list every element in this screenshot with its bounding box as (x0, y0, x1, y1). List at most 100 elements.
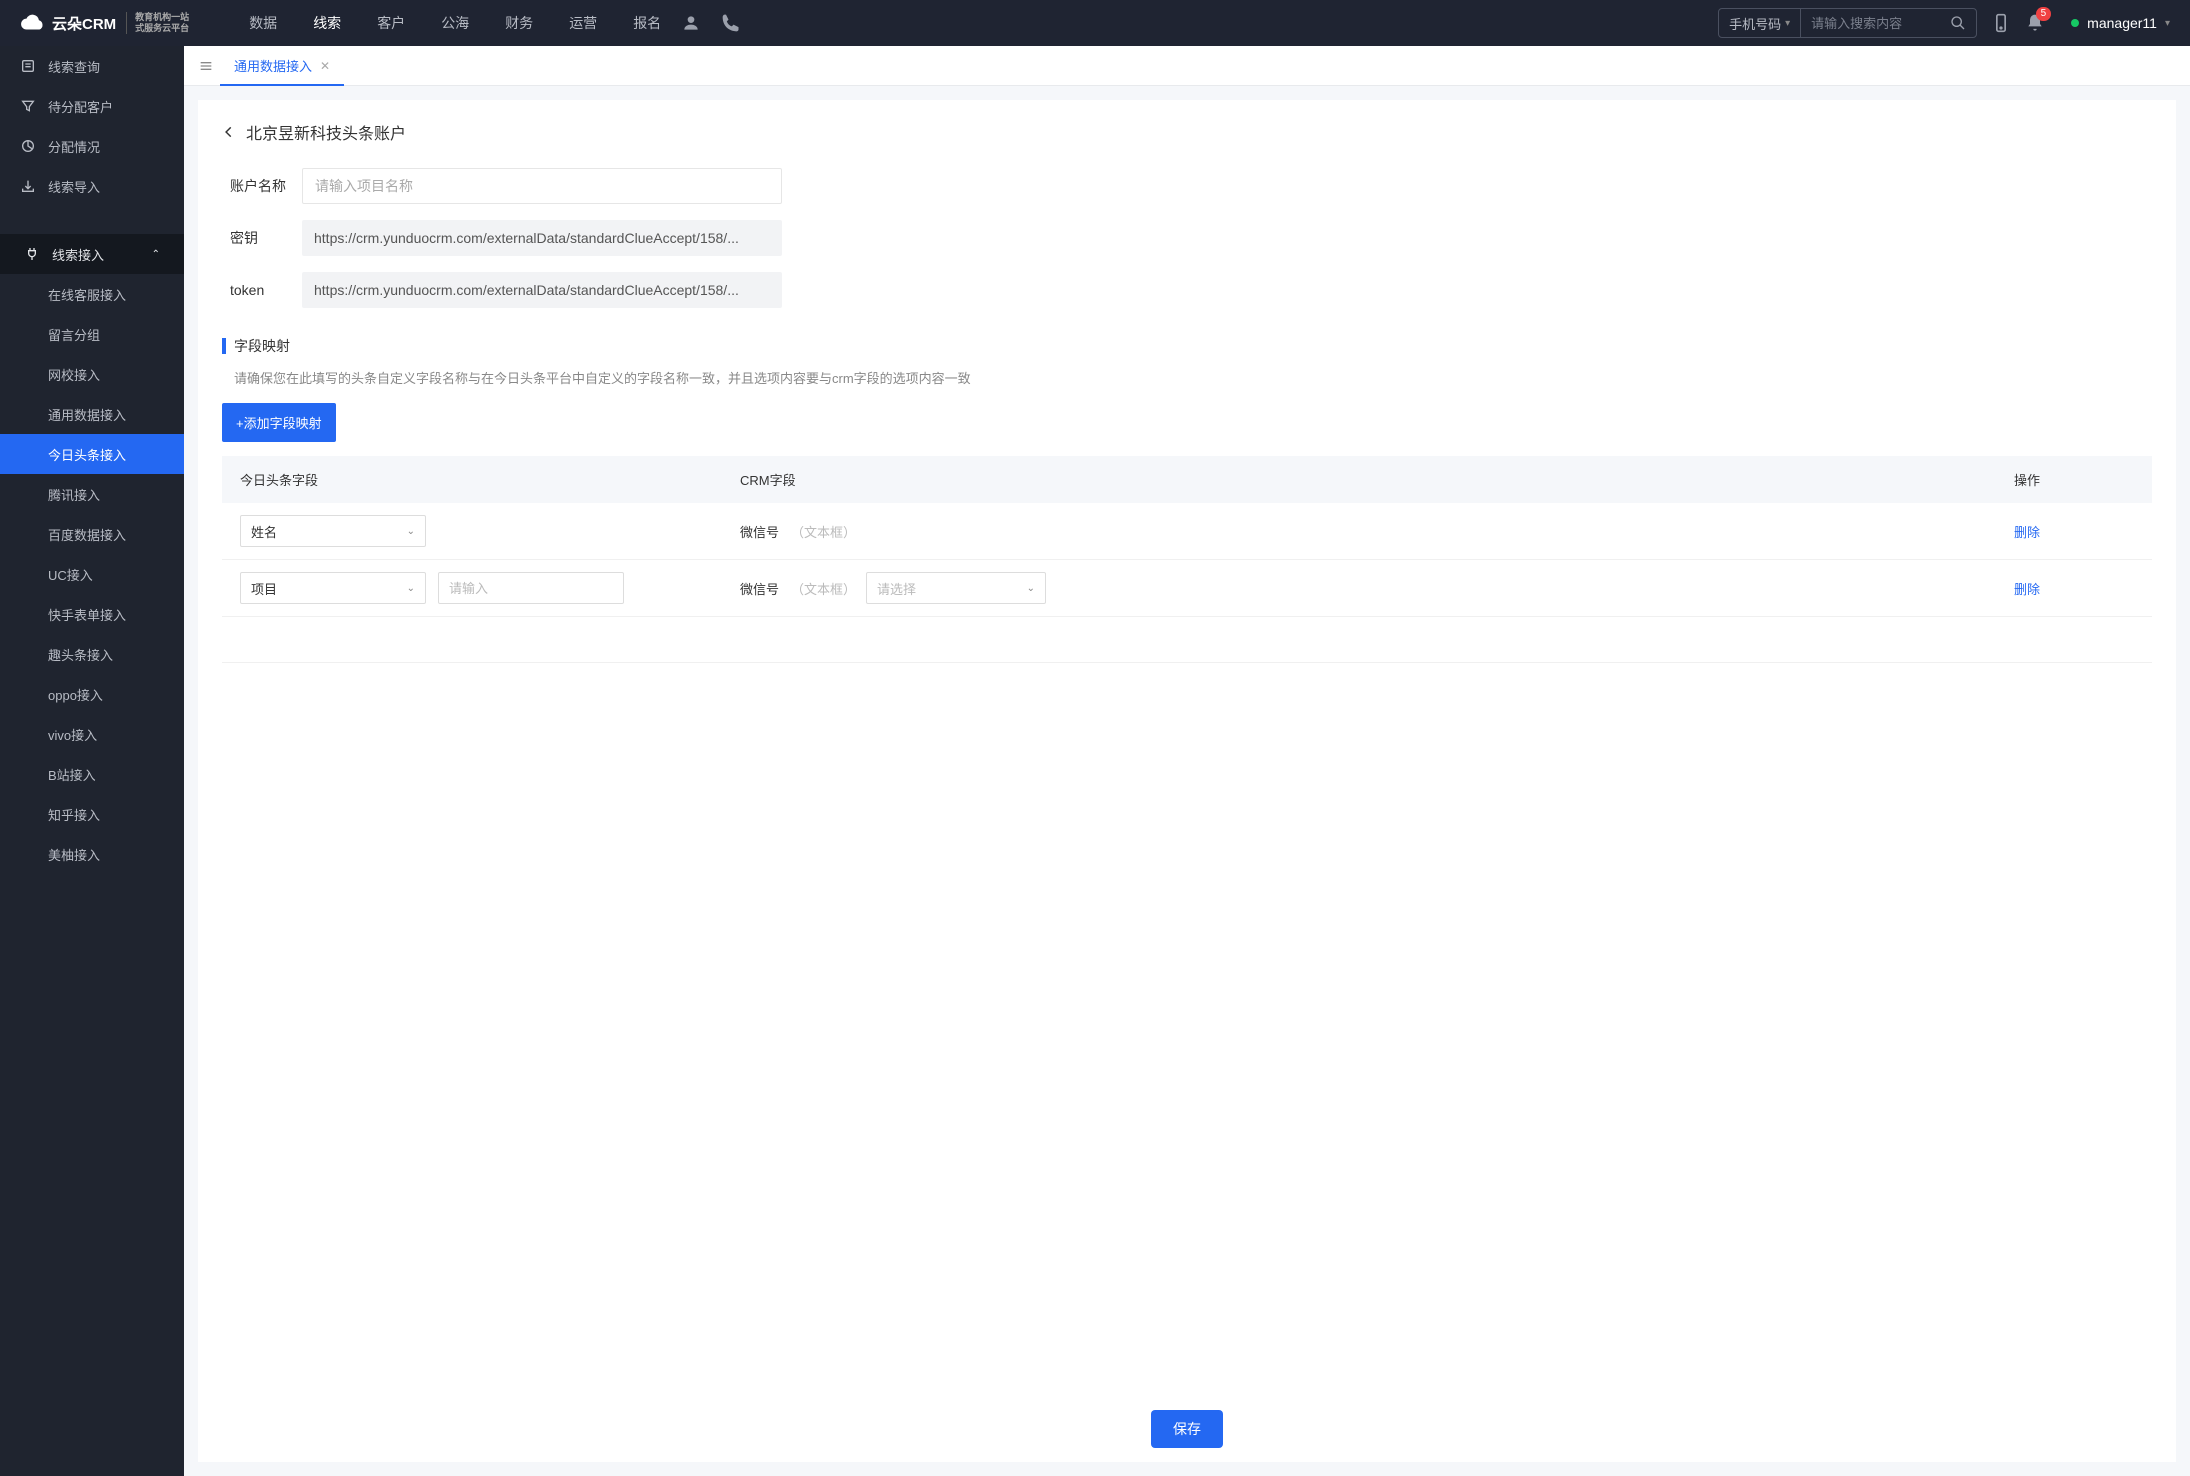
add-mapping-button[interactable]: +添加字段映射 (222, 403, 336, 442)
tabs-menu-icon[interactable] (192, 52, 220, 80)
nav-item-sea[interactable]: 公海 (441, 13, 469, 33)
cloud-icon (20, 10, 46, 36)
sidebar-sub-qutoutiao[interactable]: 趣头条接入 (0, 634, 184, 674)
sidebar-sub-school[interactable]: 网校接入 (0, 354, 184, 394)
close-icon[interactable]: ✕ (320, 59, 330, 73)
tabs-bar: 通用数据接入 ✕ (184, 46, 2190, 86)
sidebar-item-lead-search[interactable]: 线索查询 (0, 46, 184, 86)
sidebar-sub-online[interactable]: 在线客服接入 (0, 274, 184, 314)
content: 北京昱新科技头条账户 账户名称 密钥 token 字段映射 请确保您在此填写的头… (198, 100, 2176, 1462)
save-button[interactable]: 保存 (1151, 1410, 1223, 1448)
notif-badge: 5 (2036, 7, 2052, 21)
search-type-select[interactable]: 手机号码▾ (1719, 14, 1800, 33)
section-description: 请确保您在此填写的头条自定义字段名称与在今日头条平台中自定义的字段名称一致，并且… (222, 368, 2152, 387)
crm-field-type: （文本框） (791, 579, 856, 598)
user-menu[interactable]: manager11 ▾ (2071, 15, 2170, 31)
page-title: 北京昱新科技头条账户 (246, 120, 406, 144)
chevron-down-icon: ▾ (1785, 18, 1790, 29)
sidebar-sub-meiyou[interactable]: 美柚接入 (0, 834, 184, 874)
sidebar-item-distribution[interactable]: 分配情况 (0, 126, 184, 166)
phone-icon[interactable] (721, 13, 741, 33)
table-row: 姓名 ⌄ 微信号 （文本框） 删除 (222, 503, 2152, 560)
nav-item-customers[interactable]: 客户 (377, 13, 405, 33)
user-icon[interactable] (681, 13, 701, 33)
sidebar-sub-baidu[interactable]: 百度数据接入 (0, 514, 184, 554)
sidebar-sub-uc[interactable]: UC接入 (0, 554, 184, 594)
nav-item-finance[interactable]: 财务 (505, 13, 533, 33)
sidebar-sub-toutiao[interactable]: 今日头条接入 (0, 434, 184, 474)
header: 云朵CRM 教育机构一站式服务云平台 数据 线索 客户 公海 财务 运营 报名 … (0, 0, 2190, 46)
search-button[interactable] (1940, 15, 1976, 31)
search-input[interactable] (1800, 9, 1940, 37)
sidebar-section-access[interactable]: 线索接入 ⌃ (0, 234, 184, 274)
online-dot-icon (2071, 19, 2079, 27)
mapping-table: 今日头条字段 CRM字段 操作 姓名 ⌄ 微信号 （文本框） (222, 456, 2152, 663)
col-crm-field: CRM字段 (740, 470, 2014, 489)
sidebar-sub-vivo[interactable]: vivo接入 (0, 714, 184, 754)
footer: 保存 (198, 1410, 2176, 1448)
sidebar-item-pending[interactable]: 待分配客户 (0, 86, 184, 126)
crm-field-select[interactable]: 请选择 ⌄ (866, 572, 1046, 604)
sidebar-sub-kuaishou[interactable]: 快手表单接入 (0, 594, 184, 634)
crm-field-type: （文本框） (791, 522, 856, 541)
chevron-down-icon: ⌄ (1027, 583, 1035, 594)
account-form: 账户名称 密钥 token (198, 168, 2176, 308)
key-label: 密钥 (230, 228, 302, 248)
logo-text: 云朵CRM (52, 13, 116, 34)
page-header: 北京昱新科技头条账户 (198, 100, 2176, 168)
section-bar-icon (222, 338, 226, 354)
chart-icon (20, 138, 36, 154)
section-header: 字段映射 (222, 336, 2152, 356)
sidebar-sub-message[interactable]: 留言分组 (0, 314, 184, 354)
filter-icon (20, 98, 36, 114)
table-row: 项目 ⌄ 微信号 （文本框） 请选择 ⌄ 删除 (222, 560, 2152, 617)
sidebar-sub-oppo[interactable]: oppo接入 (0, 674, 184, 714)
logo[interactable]: 云朵CRM 教育机构一站式服务云平台 (20, 10, 189, 36)
import-icon (20, 178, 36, 194)
delete-link[interactable]: 删除 (2014, 582, 2040, 597)
sidebar-sub-general[interactable]: 通用数据接入 (0, 394, 184, 434)
col-toutiao-field: 今日头条字段 (240, 470, 740, 489)
back-button[interactable] (222, 125, 236, 139)
toutiao-field-select[interactable]: 项目 ⌄ (240, 572, 426, 604)
nav-item-data[interactable]: 数据 (249, 13, 277, 33)
tab-general-data[interactable]: 通用数据接入 ✕ (220, 46, 344, 86)
mapping-section: 字段映射 请确保您在此填写的头条自定义字段名称与在今日头条平台中自定义的字段名称… (198, 336, 2176, 663)
bell-icon[interactable]: 5 (2025, 13, 2045, 33)
logo-subtitle: 教育机构一站式服务云平台 (126, 12, 189, 34)
chevron-up-icon: ⌃ (152, 249, 160, 260)
header-right: 手机号码▾ 5 manager11 ▾ (1718, 8, 2170, 38)
token-label: token (230, 282, 302, 298)
sidebar-sub-bilibili[interactable]: B站接入 (0, 754, 184, 794)
col-action: 操作 (2014, 470, 2134, 489)
sidebar-sub-zhihu[interactable]: 知乎接入 (0, 794, 184, 834)
username: manager11 (2087, 15, 2157, 31)
section-title: 字段映射 (234, 336, 290, 356)
table-row-empty (222, 617, 2152, 663)
account-name-input[interactable] (302, 168, 782, 204)
toutiao-field-select[interactable]: 姓名 ⌄ (240, 515, 426, 547)
sidebar-sub-tencent[interactable]: 腾讯接入 (0, 474, 184, 514)
sidebar: 线索查询 待分配客户 分配情况 线索导入 线索接入 ⌃ 在线客服接入 留言分组 … (0, 46, 184, 1476)
extra-input[interactable] (438, 572, 624, 604)
mobile-icon[interactable] (1991, 13, 2011, 33)
crm-field-name: 微信号 (740, 522, 779, 541)
crm-field-name: 微信号 (740, 579, 779, 598)
nav-item-operations[interactable]: 运营 (569, 13, 597, 33)
search-box: 手机号码▾ (1718, 8, 1977, 38)
chevron-down-icon: ⌄ (407, 526, 415, 537)
chevron-down-icon: ▾ (2165, 18, 2170, 29)
sidebar-item-import[interactable]: 线索导入 (0, 166, 184, 206)
main: 通用数据接入 ✕ 北京昱新科技头条账户 账户名称 密钥 token (184, 46, 2190, 1476)
top-nav: 数据 线索 客户 公海 财务 运营 报名 (249, 13, 661, 33)
plug-icon (24, 246, 40, 262)
list-icon (20, 58, 36, 74)
delete-link[interactable]: 删除 (2014, 525, 2040, 540)
key-input[interactable] (302, 220, 782, 256)
account-name-label: 账户名称 (230, 176, 302, 196)
token-input[interactable] (302, 272, 782, 308)
table-header: 今日头条字段 CRM字段 操作 (222, 456, 2152, 503)
chevron-down-icon: ⌄ (407, 583, 415, 594)
nav-item-signup[interactable]: 报名 (633, 13, 661, 33)
nav-item-leads[interactable]: 线索 (313, 13, 341, 33)
